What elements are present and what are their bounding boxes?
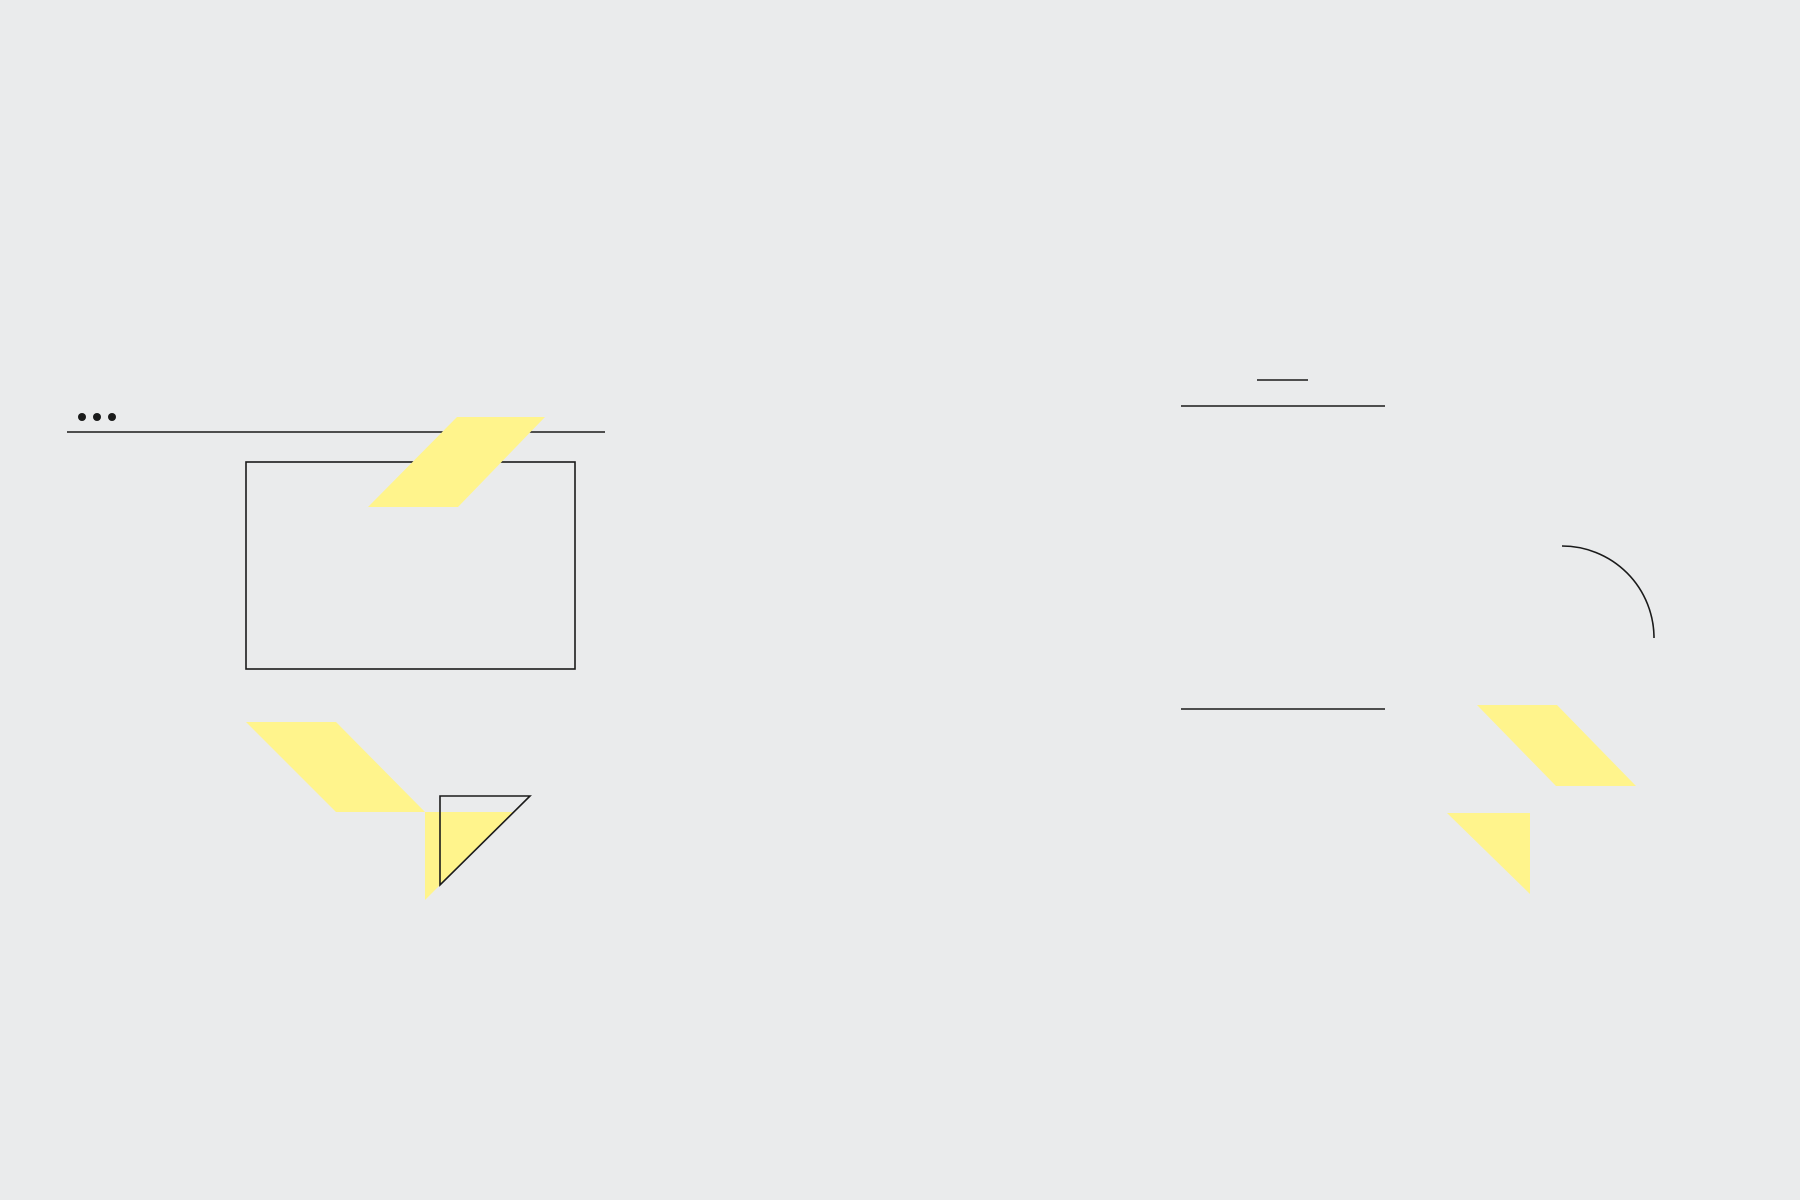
background xyxy=(0,0,1800,1200)
illustration-canvas xyxy=(0,0,1800,1200)
window-dot-icon xyxy=(78,413,86,421)
window-dot-icon xyxy=(108,413,116,421)
window-dot-icon xyxy=(93,413,101,421)
